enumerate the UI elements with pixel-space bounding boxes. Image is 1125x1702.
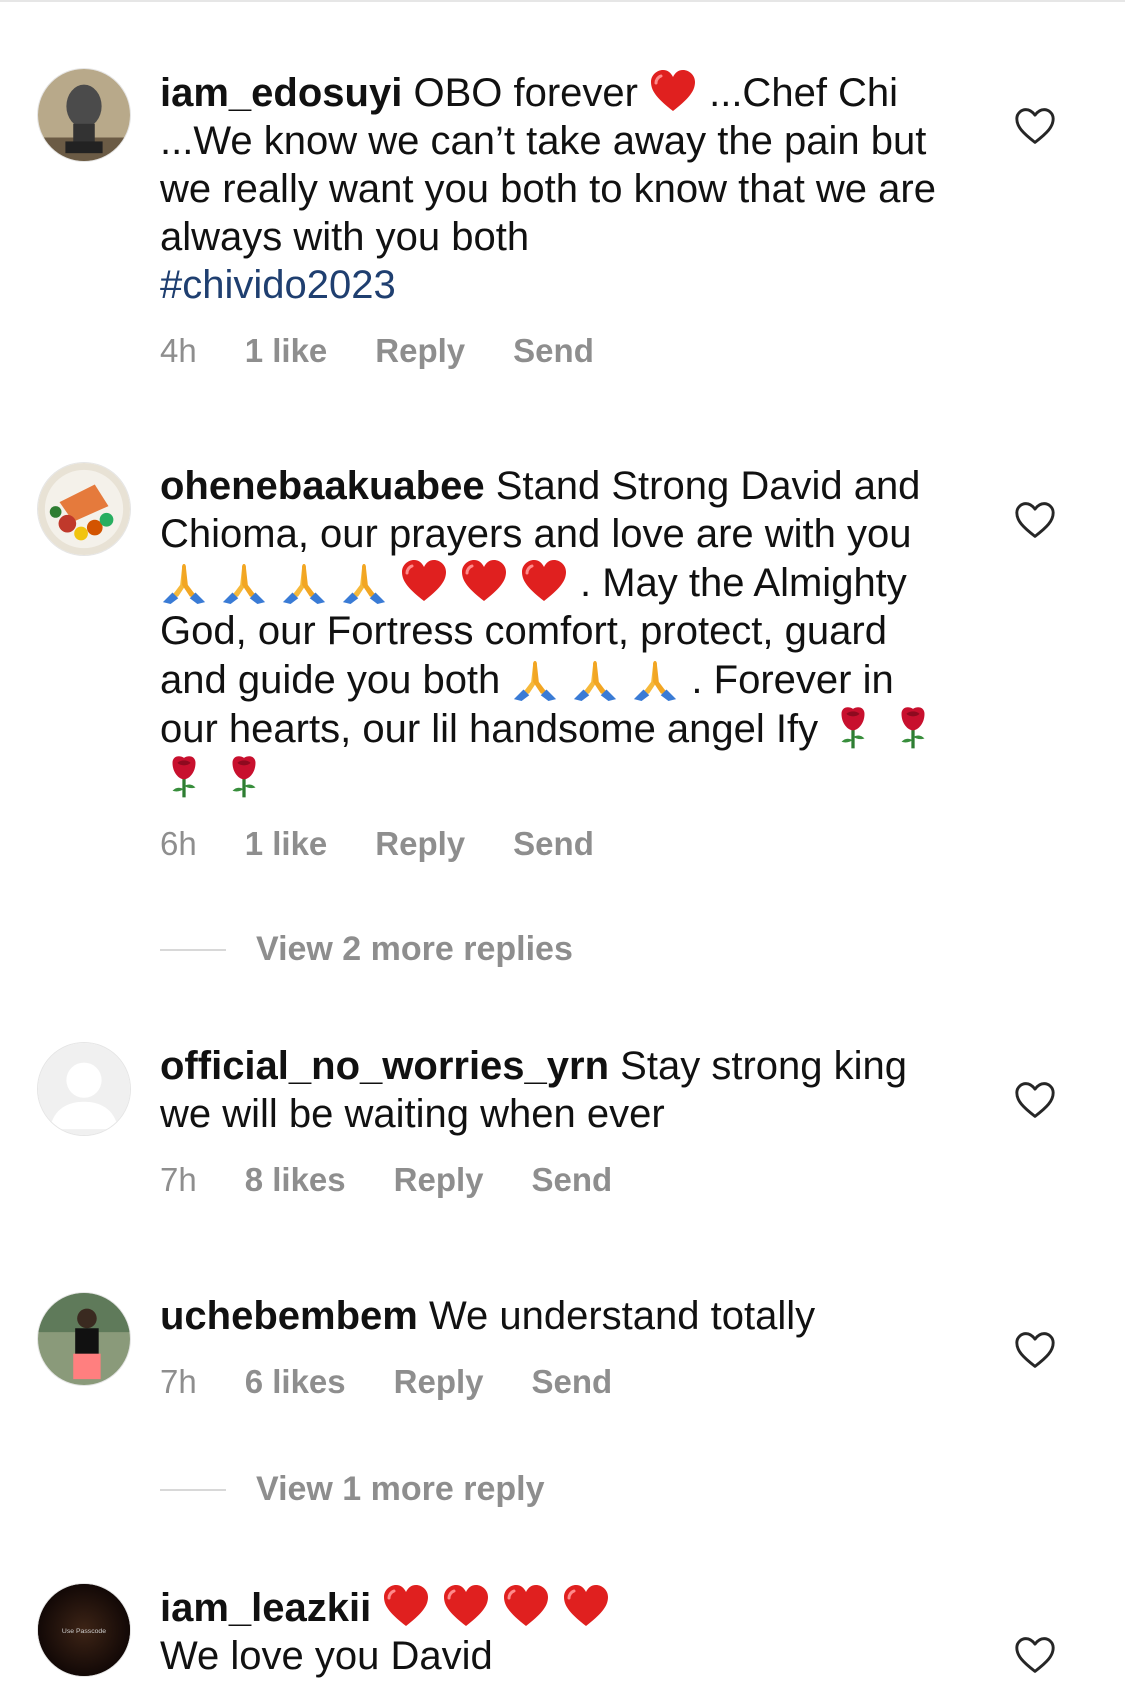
hashtag-link[interactable]: #chivido2023 (160, 261, 960, 309)
avatar-image (38, 69, 130, 161)
likes-count[interactable]: 1 like (245, 825, 328, 863)
comment-username[interactable]: ohenebaakuabee (160, 464, 485, 508)
likes-count[interactable]: 8 likes (245, 1161, 346, 1199)
likes-count[interactable]: 1 like (245, 332, 328, 370)
comment-text: iam_edosuyi OBO forever ...Chef Chi ...W… (160, 68, 960, 309)
avatar[interactable] (37, 68, 131, 162)
replies-divider (160, 1488, 226, 1491)
rose-icon (889, 704, 937, 750)
red-heart-icon (502, 1583, 550, 1629)
like-heart-icon[interactable] (1013, 500, 1057, 540)
comment-meta: 4h 1 like Reply Send (160, 329, 960, 373)
comment-time: 4h (160, 332, 197, 369)
red-heart-icon (520, 558, 568, 604)
pray-icon (340, 558, 388, 604)
comment-text: uchebembem We understand totally (160, 1294, 816, 1338)
comment-username[interactable]: iam_leazkii (160, 1586, 371, 1630)
send-button[interactable]: Send (513, 332, 594, 370)
reply-button[interactable]: Reply (375, 332, 465, 370)
red-heart-icon (400, 558, 448, 604)
comment-meta: 7h 8 likes Reply Send (160, 1158, 960, 1202)
comment-username[interactable]: official_no_worries_yrn (160, 1044, 609, 1088)
red-heart-icon (442, 1583, 490, 1629)
view-replies-button[interactable]: View 2 more replies (160, 930, 573, 969)
reply-button[interactable]: Reply (394, 1161, 484, 1199)
pray-icon (511, 655, 559, 701)
pray-icon (631, 655, 679, 701)
avatar-image (38, 463, 130, 555)
avatar[interactable]: Use Passcode (37, 1583, 131, 1677)
red-heart-icon (649, 68, 697, 114)
view-replies-label[interactable]: View 1 more reply (256, 1470, 545, 1509)
pray-icon (571, 655, 619, 701)
comment-text: ohenebaakuabee Stand Strong David and Ch… (160, 462, 960, 802)
likes-count[interactable]: 6 likes (245, 1363, 346, 1401)
comment-text: official_no_worries_yrn Stay strong king… (160, 1044, 907, 1136)
default-avatar-icon (38, 1043, 130, 1135)
replies-divider (160, 948, 226, 951)
pray-icon (280, 558, 328, 604)
red-heart-icon (460, 558, 508, 604)
rose-icon (160, 753, 208, 799)
reply-button[interactable]: Reply (375, 825, 465, 863)
like-heart-icon[interactable] (1013, 1635, 1057, 1675)
comment-meta: 6h 1 like Reply Send (160, 822, 960, 866)
view-replies-label[interactable]: View 2 more replies (256, 930, 573, 969)
reply-button[interactable]: Reply (394, 1363, 484, 1401)
pray-icon (160, 558, 208, 604)
like-heart-icon[interactable] (1013, 1080, 1057, 1120)
send-button[interactable]: Send (513, 825, 594, 863)
comment-text: iam_leazkii We love you David (160, 1583, 960, 1680)
comment-time: 7h (160, 1161, 197, 1198)
send-button[interactable]: Send (532, 1363, 613, 1401)
rose-icon (220, 753, 268, 799)
pray-icon (220, 558, 268, 604)
avatar[interactable] (37, 462, 131, 556)
comment-username[interactable]: uchebembem (160, 1294, 418, 1338)
avatar-image (38, 1293, 130, 1385)
rose-icon (829, 704, 877, 750)
comment-meta: 7h 6 likes Reply Send (160, 1360, 960, 1404)
view-replies-button[interactable]: View 1 more reply (160, 1470, 545, 1509)
comment-time: 7h (160, 1363, 197, 1400)
comment-time: 6h (160, 825, 197, 862)
avatar[interactable] (37, 1292, 131, 1386)
avatar[interactable] (37, 1042, 131, 1136)
avatar-image: Use Passcode (38, 1584, 130, 1676)
comment-username[interactable]: iam_edosuyi (160, 71, 402, 115)
top-divider (0, 0, 1125, 2)
avatar-caption: Use Passcode (62, 1628, 106, 1635)
red-heart-icon (562, 1583, 610, 1629)
red-heart-icon (382, 1583, 430, 1629)
like-heart-icon[interactable] (1013, 106, 1057, 146)
send-button[interactable]: Send (532, 1161, 613, 1199)
like-heart-icon[interactable] (1013, 1330, 1057, 1370)
